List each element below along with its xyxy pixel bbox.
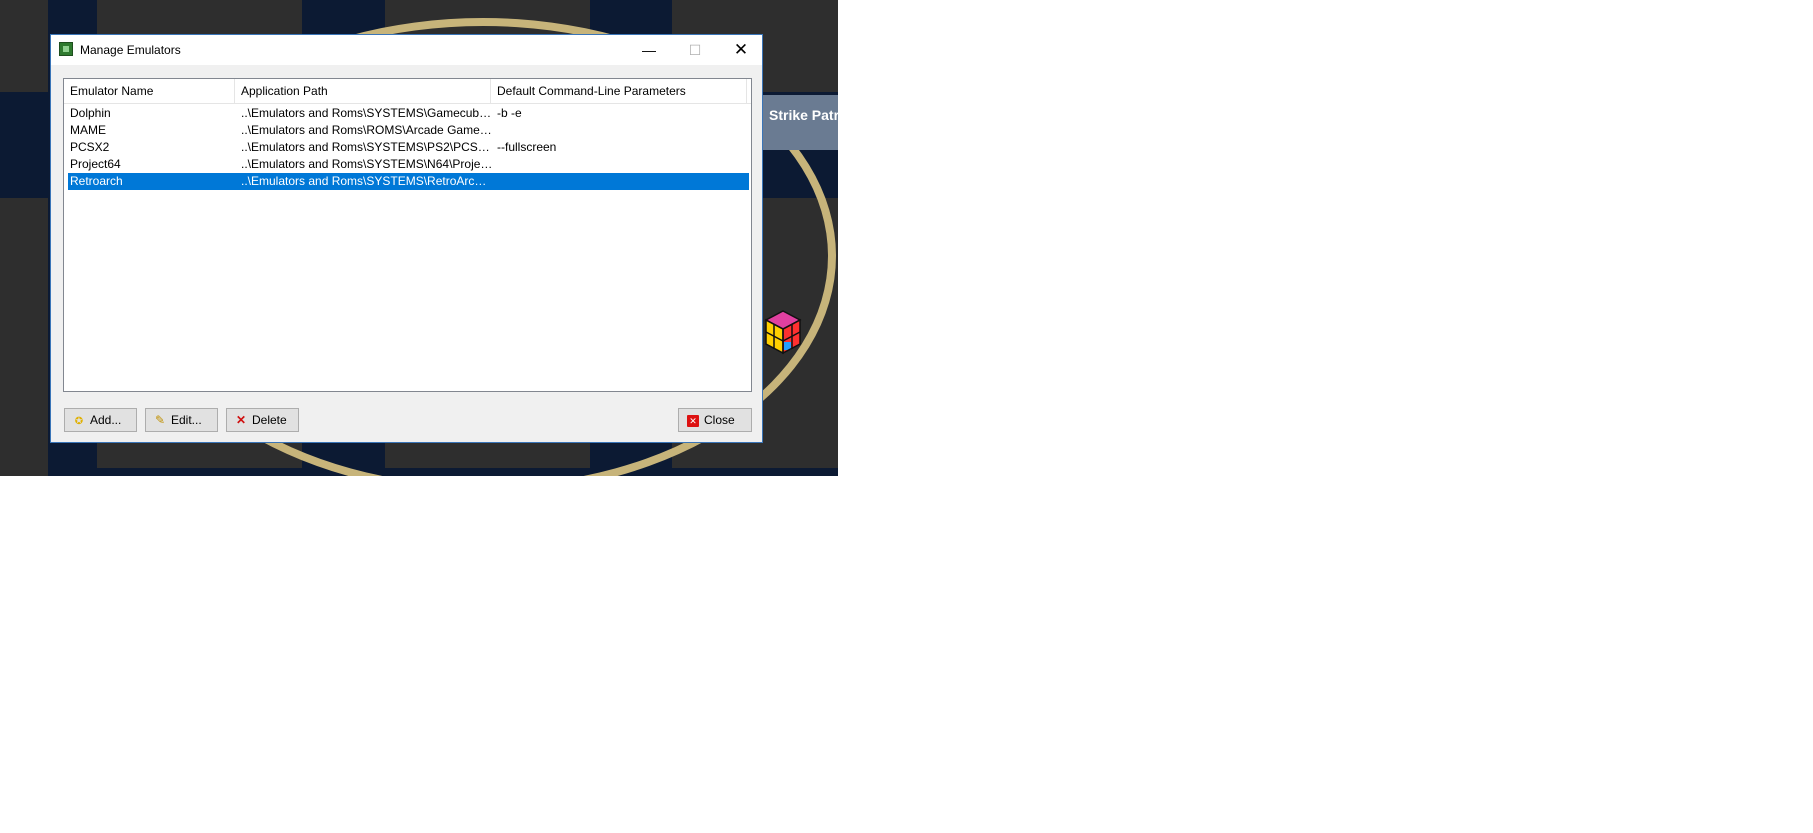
emulator-name-cell: MAME: [70, 123, 106, 137]
list-row[interactable]: PCSX2 ..\Emulators and Roms\SYSTEMS\PS2\…: [68, 139, 749, 156]
column-header-application-path[interactable]: Application Path: [235, 79, 491, 103]
background-tile: [0, 198, 48, 476]
application-path-cell: ..\Emulators and Roms\SYSTEMS\N64\Projec…: [241, 157, 493, 171]
emulator-name-cell: Retroarch: [70, 174, 123, 188]
title-bar[interactable]: Manage Emulators — ☐ ✕: [51, 35, 762, 65]
emulator-name-cell: PCSX2: [70, 140, 110, 154]
background-tile: [0, 0, 48, 92]
cube-icon: [764, 310, 802, 355]
close-button[interactable]: ✕ Close: [678, 408, 752, 432]
add-button[interactable]: ✪ Add...: [64, 408, 137, 432]
window-title: Manage Emulators: [80, 43, 181, 57]
edit-button-label: Edit...: [171, 413, 202, 427]
list-header: Emulator Name Application Path Default C…: [64, 79, 751, 104]
minimize-button[interactable]: —: [626, 35, 672, 65]
application-path-cell: ..\Emulators and Roms\SYSTEMS\PS2\PCSX2 …: [241, 140, 493, 154]
emulator-list[interactable]: Emulator Name Application Path Default C…: [63, 78, 752, 392]
maximize-button[interactable]: ☐: [672, 35, 718, 65]
add-button-label: Add...: [90, 413, 122, 427]
list-row[interactable]: MAME ..\Emulators and Roms\ROMS\Arcade G…: [68, 122, 749, 139]
list-row[interactable]: Project64 ..\Emulators and Roms\SYSTEMS\…: [68, 156, 749, 173]
list-row-selected[interactable]: Retroarch ..\Emulators and Roms\SYSTEMS\…: [68, 173, 749, 190]
app-icon: [59, 42, 73, 56]
application-path-cell: ..\Emulators and Roms\ROMS\Arcade Games\…: [241, 123, 493, 137]
list-row[interactable]: Dolphin ..\Emulators and Roms\SYSTEMS\Ga…: [68, 105, 749, 122]
close-button-label: Close: [704, 413, 735, 427]
column-header-emulator-name[interactable]: Emulator Name: [64, 79, 235, 103]
delete-button[interactable]: ✕ Delete: [226, 408, 299, 432]
emulator-name-cell: Dolphin: [70, 106, 111, 120]
close-window-button[interactable]: ✕: [718, 35, 764, 65]
background-label: Strike Patr: [769, 107, 838, 123]
pencil-icon: ✎: [154, 413, 166, 427]
application-path-cell: ..\Emulators and Roms\SYSTEMS\RetroArch\…: [241, 174, 493, 188]
application-path-cell: ..\Emulators and Roms\SYSTEMS\Gamecube\D…: [241, 106, 493, 120]
delete-icon: ✕: [235, 413, 247, 427]
edit-button[interactable]: ✎ Edit...: [145, 408, 218, 432]
add-icon: ✪: [74, 416, 84, 427]
manage-emulators-window: Manage Emulators — ☐ ✕ Emulator Name App…: [50, 34, 763, 443]
parameters-cell: --fullscreen: [497, 140, 557, 154]
delete-button-label: Delete: [252, 413, 287, 427]
background-label-tile: Strike Patr: [761, 95, 838, 150]
emulator-name-cell: Project64: [70, 157, 121, 171]
column-header-parameters[interactable]: Default Command-Line Parameters: [491, 79, 747, 103]
close-icon: ✕: [687, 414, 699, 427]
parameters-cell: -b -e: [497, 106, 522, 120]
